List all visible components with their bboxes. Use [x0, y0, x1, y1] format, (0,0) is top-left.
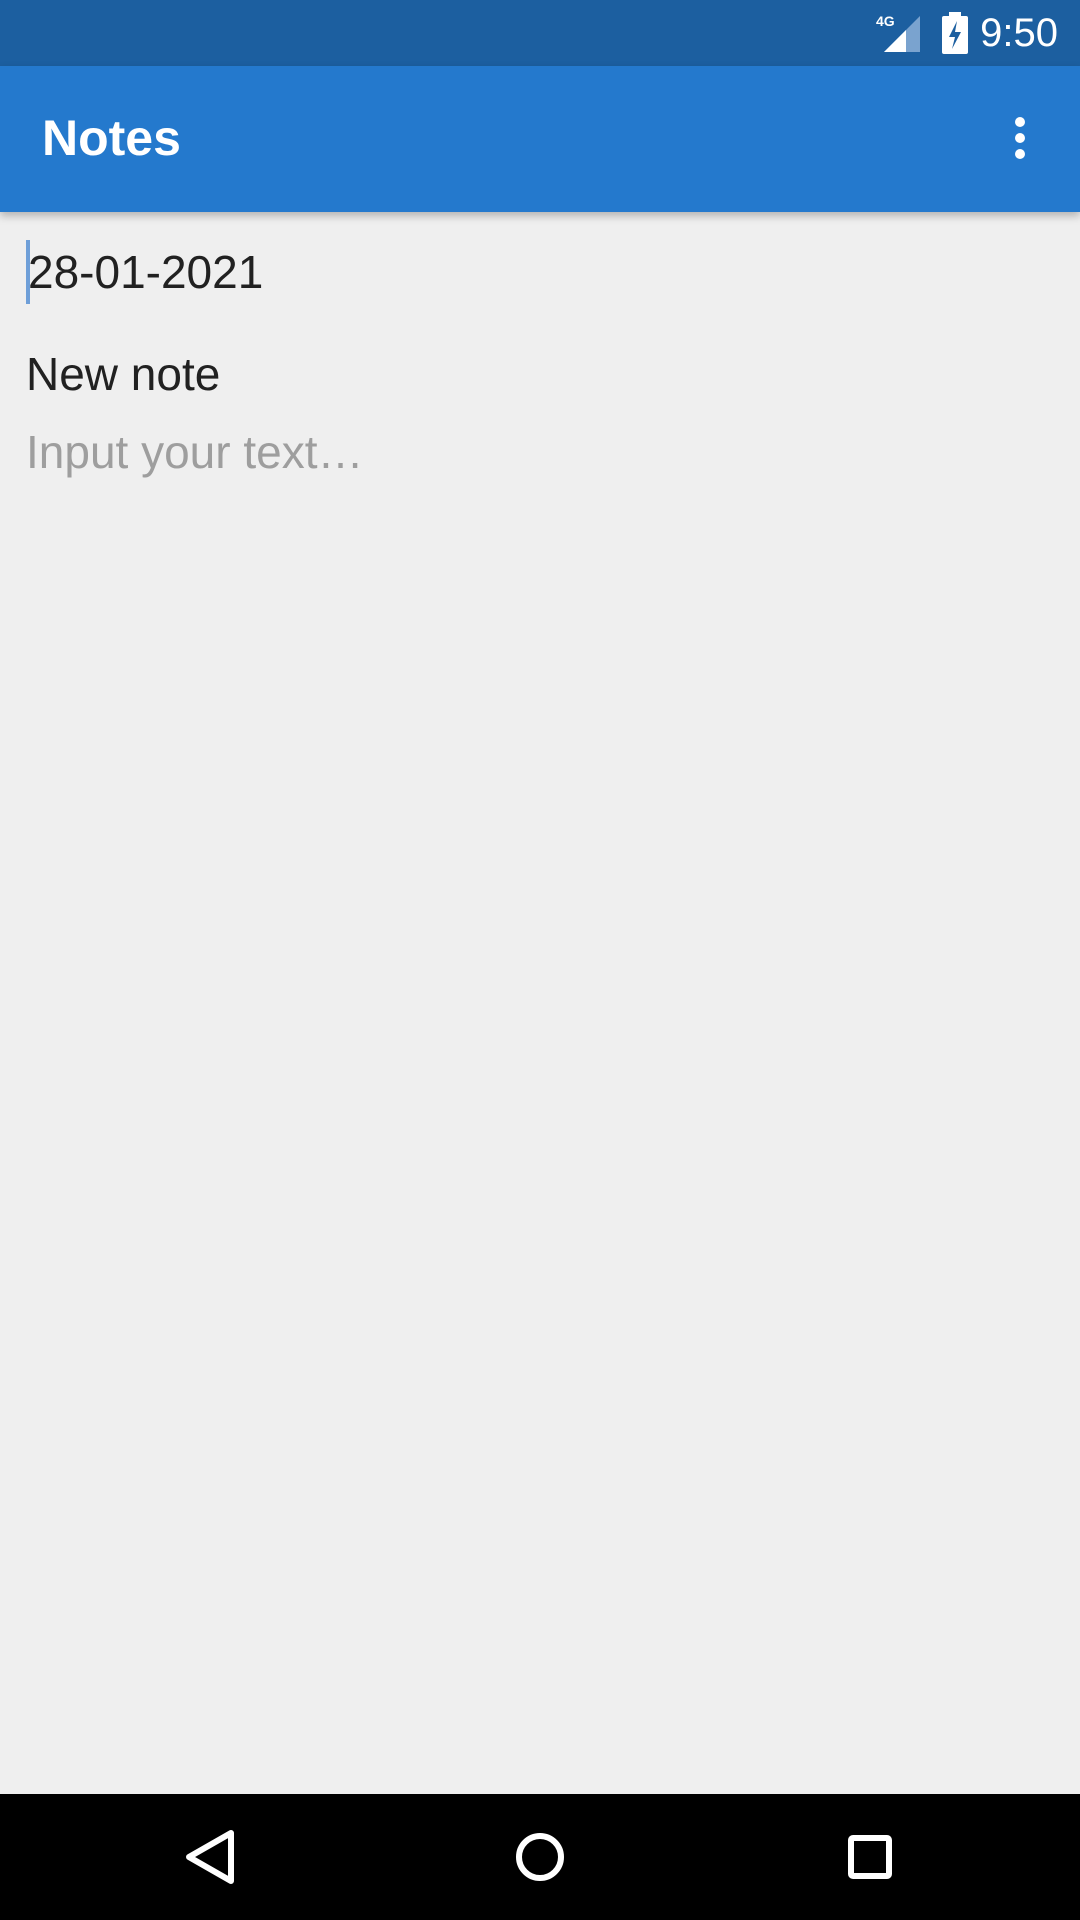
- battery-charging-icon: [942, 12, 968, 54]
- status-time: 9:50: [980, 11, 1058, 55]
- overflow-menu-button[interactable]: [982, 100, 1058, 176]
- date-value: 28-01-2021: [28, 246, 264, 298]
- status-bar: 4G 9:50: [0, 0, 1080, 66]
- screen: 4G 9:50 Notes 28-01-2021 New note Input …: [0, 0, 1080, 1920]
- recents-button[interactable]: [830, 1817, 910, 1897]
- note-editor: 28-01-2021 New note Input your text…: [0, 212, 1080, 1794]
- more-vert-icon: [1015, 117, 1025, 159]
- note-title-field[interactable]: New note: [26, 342, 1046, 406]
- home-icon: [516, 1833, 564, 1881]
- app-bar: Notes: [0, 66, 1080, 212]
- app-title: Notes: [42, 110, 181, 166]
- network-type-label: 4G: [876, 13, 895, 29]
- date-field[interactable]: 28-01-2021: [26, 240, 1046, 304]
- note-body-field[interactable]: Input your text…: [26, 420, 1046, 484]
- recents-icon: [848, 1835, 892, 1879]
- navigation-bar: [0, 1794, 1080, 1920]
- home-button[interactable]: [500, 1817, 580, 1897]
- back-button[interactable]: [170, 1817, 250, 1897]
- signal-icon: 4G: [876, 13, 920, 52]
- back-icon: [186, 1830, 234, 1884]
